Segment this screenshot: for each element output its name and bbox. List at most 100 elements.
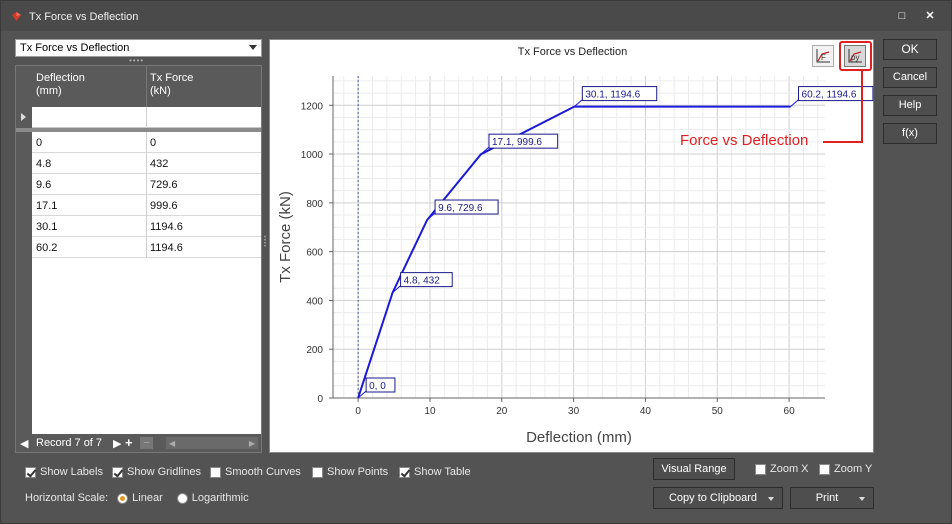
help-button[interactable]: Help <box>883 95 937 116</box>
horizontal-scale-label: Horizontal Scale: <box>25 492 109 504</box>
cell-deflection[interactable]: 60.2 <box>36 242 57 254</box>
pf-chart-button[interactable]: F <box>812 45 834 67</box>
show-gridlines-label: Show Gridlines <box>127 466 201 478</box>
show-table-checkbox[interactable] <box>399 466 410 478</box>
cell-divider <box>146 174 147 195</box>
new-row[interactable] <box>16 107 261 128</box>
show-points-checkbox[interactable] <box>312 466 323 478</box>
show-gridlines-option[interactable]: Show Gridlines <box>112 465 201 479</box>
record-navigator: ◀ Record 7 of 7 ▶ + − ◀ ▶ <box>16 434 261 452</box>
splitter-grip-icon[interactable]: •••• <box>129 57 145 65</box>
visual-range-button[interactable]: Visual Range <box>653 458 735 480</box>
cell-tx-force[interactable]: 1194.6 <box>150 221 183 233</box>
dialog-window: Tx Force vs Deflection □ ✕ Tx Force vs D… <box>0 0 952 524</box>
zoom-x-label: Zoom X <box>770 463 809 475</box>
restore-icon[interactable]: □ <box>895 9 909 23</box>
table-row[interactable]: 00 <box>16 132 261 153</box>
show-points-label: Show Points <box>327 466 389 478</box>
curve-selector-dropdown[interactable]: Tx Force vs Deflection <box>15 39 262 57</box>
fx-button[interactable]: f(x) <box>883 123 937 144</box>
vertical-splitter-grip-icon[interactable]: • • • • <box>264 235 267 251</box>
cell-divider <box>146 195 147 216</box>
cancel-button[interactable]: Cancel <box>883 67 937 88</box>
ok-button[interactable]: OK <box>883 39 937 60</box>
scroll-left-icon[interactable]: ◀ <box>169 439 175 448</box>
show-points-option[interactable]: Show Points <box>312 465 388 479</box>
table-row[interactable]: 17.1 999.6 <box>16 195 261 216</box>
smooth-curves-label: Smooth Curves <box>225 466 301 478</box>
column-header-deflection[interactable]: Deflection (mm) <box>36 72 85 98</box>
cell-deflection[interactable]: 0 <box>36 137 42 149</box>
table-row[interactable]: 30.1 1194.6 <box>16 216 261 237</box>
show-gridlines-checkbox[interactable] <box>112 466 123 478</box>
print-button[interactable]: Print <box>790 487 874 509</box>
x-tick-label: 0 <box>355 406 361 417</box>
series-line <box>357 105 791 399</box>
scroll-right-icon[interactable]: ▶ <box>249 439 255 448</box>
previous-record-icon[interactable]: ◀ <box>20 437 28 450</box>
data-table: Deflection (mm) Tx Force (kN) 0 0 4.8 432 9.… <box>15 65 262 453</box>
data-label: 30.1, 1194.6 <box>585 90 640 101</box>
cell-deflection[interactable]: 4.8 <box>36 158 51 170</box>
force-deflection-chart[interactable]: 0 10 20 30 40 50 60020040060080010001200Deflec… <box>270 40 875 454</box>
column-header-tx-force[interactable]: Tx Force (kN) <box>150 72 193 98</box>
table-row[interactable]: 60.2 1194.6 <box>16 237 261 258</box>
column-header-tx-force-title: Tx Force <box>150 72 194 84</box>
show-labels-option[interactable]: Show Labels <box>25 465 103 479</box>
logarithmic-label[interactable]: Logarithmic <box>192 492 249 504</box>
x-tick-label: 40 <box>640 406 652 417</box>
record-counter: Record 7 of 7 <box>36 437 103 449</box>
remove-record-button[interactable]: − <box>140 437 153 449</box>
data-label: 4.8, 432 <box>404 276 441 287</box>
chevron-down-icon <box>249 45 257 50</box>
table-row[interactable]: 9.6 729.6 <box>16 174 261 195</box>
svg-text:F: F <box>821 53 826 62</box>
smooth-curves-option[interactable]: Smooth Curves <box>210 465 301 479</box>
cell-tx-force[interactable]: 0 <box>150 137 156 149</box>
cell-deflection[interactable]: 30.1 <box>36 221 57 233</box>
cell-divider <box>146 107 147 128</box>
horizontal-scale-group: Horizontal Scale: Linear Logarithmic <box>25 491 249 505</box>
logarithmic-radio[interactable] <box>176 492 188 504</box>
cell-tx-force[interactable]: 729.6 <box>150 179 178 191</box>
show-labels-checkbox[interactable] <box>25 466 36 478</box>
cell-deflection[interactable]: 9.6 <box>36 179 51 191</box>
column-header-tx-force-unit: (kN) <box>150 85 171 97</box>
copy-to-clipboard-label: Copy to Clipboard <box>668 492 758 504</box>
column-header-deflection-title: Deflection <box>36 72 85 84</box>
zoom-y-option[interactable]: Zoom Y <box>819 462 872 476</box>
next-record-icon[interactable]: ▶ <box>113 437 121 450</box>
y-tick-label: 0 <box>317 394 323 405</box>
callout-connector <box>861 69 863 143</box>
close-icon[interactable]: ✕ <box>923 9 937 23</box>
linear-label[interactable]: Linear <box>132 492 163 504</box>
print-label: Print <box>815 492 839 504</box>
zoom-y-label: Zoom Y <box>834 463 873 475</box>
show-table-option[interactable]: Show Table <box>399 465 471 479</box>
cell-tx-force[interactable]: 432 <box>150 158 168 170</box>
chevron-down-icon <box>859 497 865 501</box>
linear-radio[interactable] <box>117 492 129 504</box>
data-label: 60.2, 1194.6 <box>802 90 857 101</box>
title-bar[interactable]: Tx Force vs Deflection □ ✕ <box>1 1 951 31</box>
zoom-x-option[interactable]: Zoom X <box>755 462 809 476</box>
zoom-x-checkbox[interactable] <box>755 463 766 475</box>
cell-divider <box>146 132 147 153</box>
y-axis-label: Tx Force (kN) <box>277 191 294 283</box>
smooth-curves-checkbox[interactable] <box>210 466 221 478</box>
current-row-arrow-icon <box>21 113 26 121</box>
cell-divider <box>146 216 147 237</box>
curve-selector-value: Tx Force vs Deflection <box>20 42 130 54</box>
horizontal-scrollbar[interactable]: ◀ ▶ <box>166 437 258 449</box>
table-row[interactable]: 4.8 432 <box>16 153 261 174</box>
add-record-button[interactable]: + <box>125 435 133 450</box>
table-empty-area <box>32 258 261 434</box>
window-title: Tx Force vs Deflection <box>29 11 139 23</box>
highlight-box <box>839 41 872 71</box>
x-axis-label: Deflection (mm) <box>526 429 632 446</box>
cell-deflection[interactable]: 17.1 <box>36 200 57 212</box>
copy-to-clipboard-button[interactable]: Copy to Clipboard <box>653 487 783 509</box>
zoom-y-checkbox[interactable] <box>819 463 830 475</box>
cell-tx-force[interactable]: 999.6 <box>150 200 178 212</box>
cell-tx-force[interactable]: 1194.6 <box>150 242 183 254</box>
